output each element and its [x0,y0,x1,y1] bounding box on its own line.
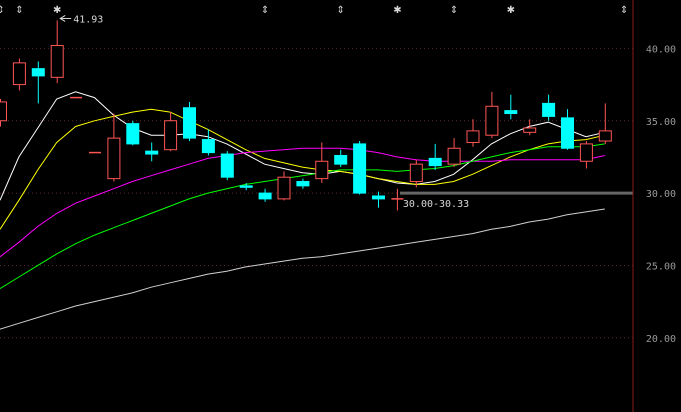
candle-body [239,185,253,188]
high-price-label: 41.93 [73,14,103,25]
candle-body [372,195,385,200]
event-marker: ✱ [507,5,515,16]
y-tick-label: 30.00 [646,189,676,200]
chart-background [0,0,681,412]
event-marker: ⇕ [15,5,23,16]
candle-body [334,154,348,165]
candle-body [542,102,556,117]
candle-body [353,143,367,194]
candle-body [485,105,499,136]
candle-body [164,120,178,151]
candle-body [31,68,45,77]
candlestick-chart: 40.00 35.00 30.00 25.00 20.00 ⇕ ⇕ ✱ ⇕ ⇕ ✱ ⇕ ✱ ⇕ 41.9… [0,0,681,412]
event-marker: ✱ [393,5,401,16]
candle [126,120,140,146]
candle-body [579,143,593,162]
event-marker: ⇕ [261,5,269,16]
candle-body [258,192,272,200]
event-marker: ⇕ [620,5,628,16]
candle-body [0,101,7,122]
candle-body [183,107,196,139]
y-tick-label: 20.00 [646,334,676,345]
candle-body [315,160,329,180]
candle-body [12,62,26,86]
candle-body [447,147,461,165]
candle [220,151,234,181]
candle-body [145,150,159,155]
candle-body [428,157,442,167]
event-marker: ⇕ [337,5,345,16]
event-marker: ✱ [53,5,61,16]
event-marker: ⇕ [0,5,5,16]
candle-body [201,139,215,154]
candle-body [277,176,291,200]
y-tick-label: 35.00 [646,117,676,128]
candle-body [50,45,64,78]
candle-body [523,127,537,133]
price-range-label: 30.00-30.33 [403,199,469,210]
candle-body [296,181,310,187]
y-tick-label: 25.00 [646,261,676,272]
candle [353,141,367,195]
candle-body [561,117,574,149]
candle-body [220,153,234,178]
candle-body [107,137,121,180]
candle-body [126,123,140,145]
candle-body [466,130,480,143]
candle-body [504,110,518,115]
candle-body [598,130,612,142]
y-tick-label: 40.00 [646,44,676,55]
candle-body [409,163,423,183]
candle [183,101,196,142]
event-marker: ⇕ [450,5,458,16]
